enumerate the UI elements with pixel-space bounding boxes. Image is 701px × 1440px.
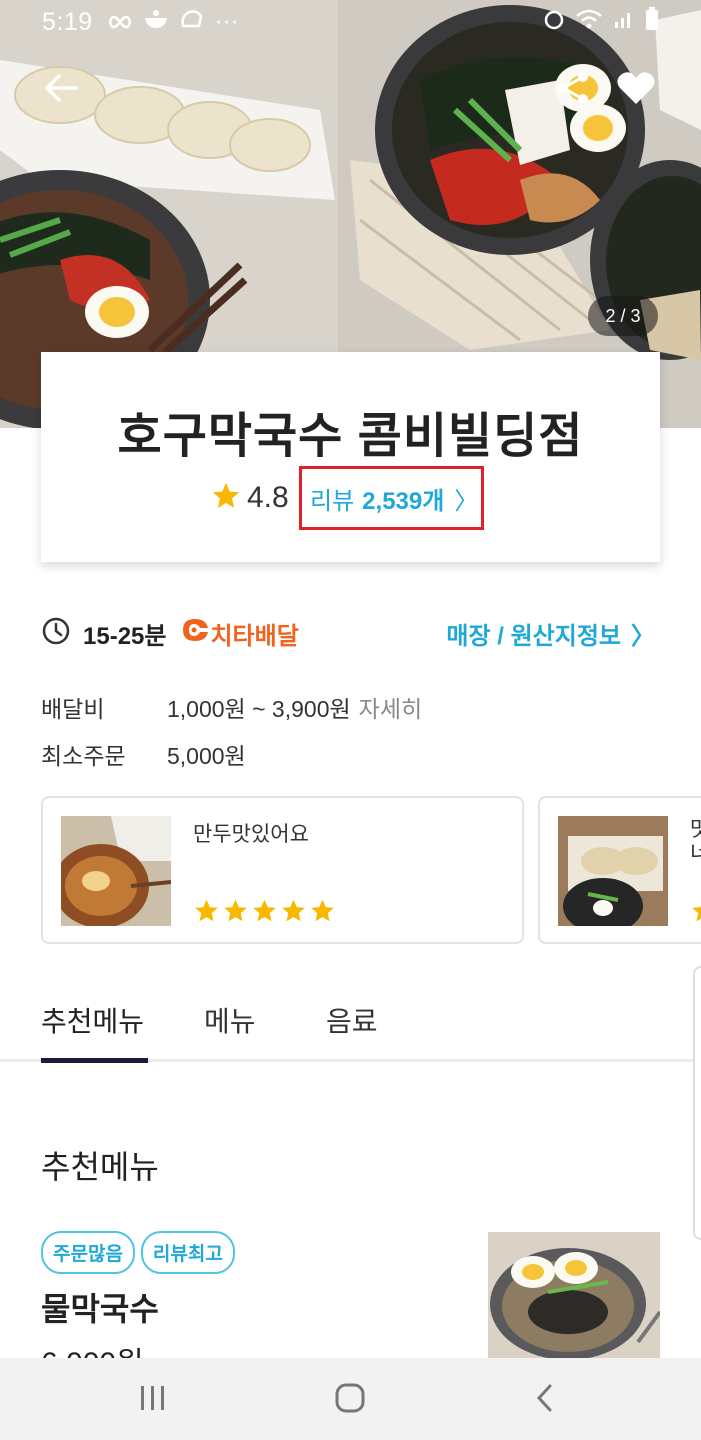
min-order-value: 5,000원: [167, 743, 246, 769]
review-text: 맛 너: [690, 818, 701, 866]
rating-row: 4.8: [211, 478, 289, 518]
alarm-icon: [543, 8, 565, 37]
review-count: 2,539개: [362, 487, 445, 515]
home-icon: [335, 1383, 365, 1418]
star-icon: [211, 481, 241, 516]
active-tab-indicator: [41, 1058, 148, 1063]
section-title: 추천메뉴: [41, 1149, 159, 1185]
bowl-notification-icon: [143, 8, 169, 37]
share-button[interactable]: [545, 62, 601, 118]
tab-menu[interactable]: 메뉴: [204, 1000, 256, 1040]
star-icon: [195, 899, 218, 922]
min-order-row: 최소주문 5,000원: [41, 737, 246, 771]
review-card[interactable]: 만두맛있어요: [41, 796, 524, 944]
delivery-time: 15-25분: [83, 622, 167, 650]
badge-best-review: 리뷰최고: [140, 1231, 235, 1274]
system-navigation-bar: [0, 1358, 701, 1440]
tab-recommended[interactable]: 추천메뉴: [41, 1000, 144, 1040]
delivery-time-row: 15-25분 치타배달: [41, 614, 299, 652]
delivery-fee-label: 배달비: [41, 696, 105, 722]
store-name: 호구막국수 콤비빌딩점: [117, 410, 584, 463]
side-panel-handle[interactable]: [693, 966, 701, 1240]
delivery-fee-value: 1,000원 ~ 3,900원: [167, 696, 351, 722]
recent-apps-button[interactable]: [138, 1380, 168, 1420]
review-link[interactable]: 리뷰 2,539개 〉: [299, 466, 484, 530]
store-info-chevron-icon: 〉: [631, 622, 655, 650]
review-photo: [558, 816, 668, 926]
chevron-left-icon: [535, 1383, 555, 1418]
back-button[interactable]: [33, 62, 89, 118]
hand-notification-icon: [179, 8, 205, 37]
review-stars: [690, 898, 701, 924]
battery-icon: [645, 6, 659, 38]
favorite-button[interactable]: [608, 62, 664, 118]
status-bar: 5:19 ···: [0, 0, 701, 44]
menu-tabs: 추천메뉴 메뉴 음료: [0, 990, 701, 1062]
store-title-card: 호구막국수 콤비빌딩점 4.8 리뷰 2,539개 〉: [41, 352, 660, 562]
star-icon: [224, 899, 247, 922]
store-info-label: 매장 / 원산지정보: [446, 622, 621, 650]
review-text-line-1: 맛: [690, 818, 701, 841]
store-info-link[interactable]: 매장 / 원산지정보 〉: [446, 614, 655, 652]
clock-icon: [41, 616, 71, 651]
heart-icon: [616, 70, 656, 111]
photo-counter: 2 / 3: [588, 296, 658, 336]
star-icon: [253, 899, 276, 922]
system-back-button[interactable]: [530, 1380, 560, 1420]
cheetah-delivery-badge: 치타배달: [180, 616, 299, 651]
review-stars: [193, 898, 336, 924]
infinity-icon: [107, 8, 133, 36]
share-icon: [556, 71, 590, 110]
back-arrow-icon: [43, 73, 79, 108]
review-photo: [61, 816, 171, 926]
min-order-label: 최소주문: [41, 743, 126, 769]
status-more: ···: [214, 8, 239, 35]
star-icon: [282, 899, 305, 922]
wifi-icon: [575, 8, 603, 37]
star-icon: [311, 899, 334, 922]
review-chevron-icon: 〉: [454, 487, 479, 515]
review-text: 만두맛있어요: [193, 823, 309, 846]
review-card[interactable]: 맛 너: [538, 796, 701, 944]
signal-icon: [613, 8, 635, 37]
menu-item-photo[interactable]: [488, 1232, 660, 1360]
delivery-fee-row: 배달비 1,000원 ~ 3,900원 자세히: [41, 690, 422, 724]
recent-apps-icon: [139, 1385, 167, 1416]
tab-drinks[interactable]: 음료: [326, 1000, 378, 1040]
star-icon: [692, 905, 701, 922]
badge-popular: 주문많음: [41, 1231, 135, 1274]
delivery-fee-detail-link[interactable]: 자세히: [359, 690, 422, 724]
review-label: 리뷰: [310, 487, 355, 515]
review-text-line-2: 너: [690, 842, 701, 865]
cheetah-icon: [180, 616, 210, 651]
cheetah-label: 치타배달: [210, 622, 299, 650]
rating-score: 4.8: [247, 481, 289, 514]
home-button[interactable]: [330, 1380, 370, 1420]
status-time: 5:19: [42, 7, 93, 36]
menu-item-name[interactable]: 물막국수: [41, 1284, 159, 1330]
menu-badges: 주문많음 리뷰최고: [41, 1231, 235, 1274]
